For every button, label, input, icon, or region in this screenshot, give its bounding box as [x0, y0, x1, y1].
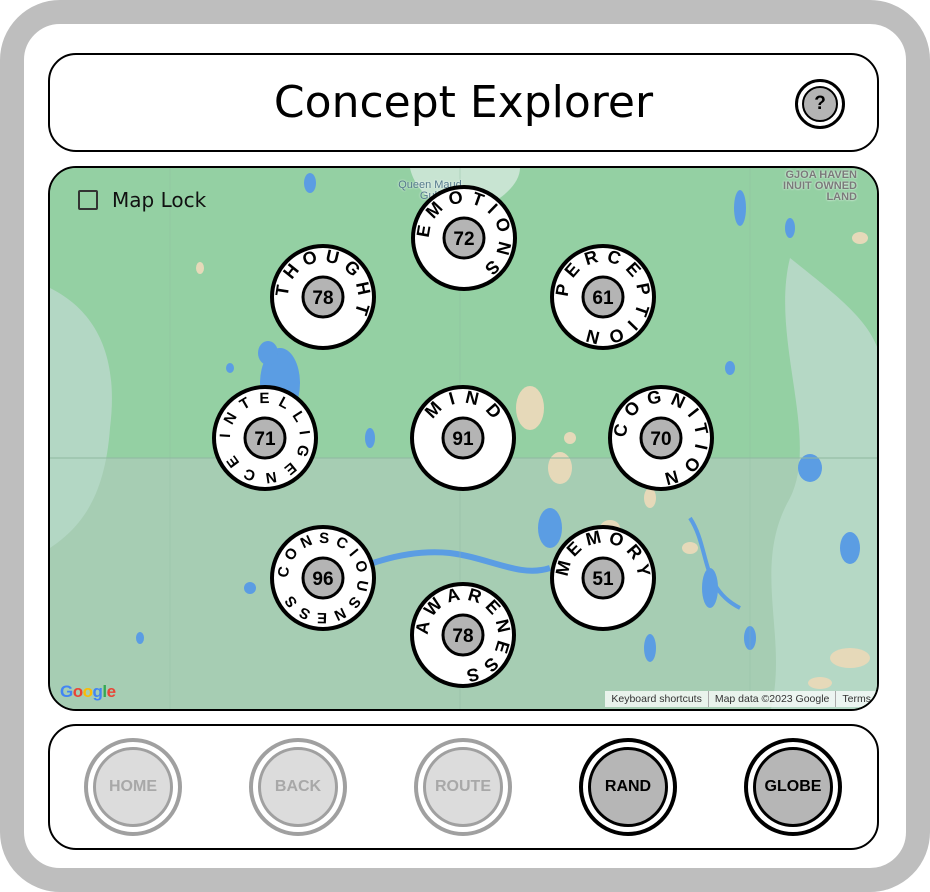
terms-link[interactable]: Terms [835, 691, 877, 707]
footer-nav: HOME BACK ROUTE RAND GLOBE [48, 724, 879, 850]
concept-score: 78 [452, 626, 473, 647]
map-attribution: Keyboard shortcuts Map data ©2023 Google… [605, 691, 877, 707]
concept-node-perception[interactable]: PERCEPTION 61 [549, 243, 657, 351]
concept-node-consciousness[interactable]: CONSCIOUSNESS 96 [269, 524, 377, 632]
map-lock-label: Map Lock [112, 188, 207, 212]
random-button-label: RAND [588, 747, 668, 827]
concept-node-memory[interactable]: MEMORY 51 [549, 524, 657, 632]
page-title: Concept Explorer [273, 77, 654, 128]
concept-score: 96 [312, 569, 333, 590]
concept-score: 70 [650, 429, 671, 450]
map-view[interactable]: Queen Maud Gulf GJOA HAVEN INUIT OWNED L… [48, 166, 879, 711]
concept-node-emotions[interactable]: EMOTIONS 72 [410, 184, 518, 292]
concept-node-intelligence[interactable]: INTELLIGENCE 71 [211, 384, 319, 492]
header-bar: Concept Explorer ? [48, 53, 879, 152]
map-lock-toggle[interactable]: Map Lock [78, 188, 206, 212]
back-button[interactable]: BACK [249, 738, 347, 836]
concept-node-thought[interactable]: THOUGHT 78 [269, 243, 377, 351]
concept-node-mind[interactable]: MIND 91 [409, 384, 517, 492]
globe-button-label: GLOBE [753, 747, 833, 827]
concept-score: 78 [312, 288, 333, 309]
back-button-label: BACK [258, 747, 338, 827]
globe-button[interactable]: GLOBE [744, 738, 842, 836]
map-lock-checkbox[interactable] [78, 190, 98, 210]
concept-score: 91 [452, 429, 474, 450]
route-button[interactable]: ROUTE [414, 738, 512, 836]
concept-score: 72 [453, 229, 474, 250]
keyboard-shortcuts-link[interactable]: Keyboard shortcuts [605, 691, 707, 707]
help-icon: ? [802, 86, 838, 122]
google-logo: Google [60, 682, 116, 701]
help-button[interactable]: ? [795, 79, 845, 129]
map-data-credit: Map data ©2023 Google [707, 691, 836, 707]
concept-score: 51 [592, 569, 614, 590]
home-button[interactable]: HOME [84, 738, 182, 836]
concept-score: 71 [254, 429, 276, 450]
home-button-label: HOME [93, 747, 173, 827]
concept-node-awareness[interactable]: AWARENESS 78 [409, 581, 517, 689]
concept-score: 61 [592, 288, 614, 309]
random-button[interactable]: RAND [579, 738, 677, 836]
route-button-label: ROUTE [423, 747, 503, 827]
concept-node-cognition[interactable]: COGNITION 70 [607, 384, 715, 492]
map-region-label: GJOA HAVEN INUIT OWNED LAND [783, 169, 857, 203]
